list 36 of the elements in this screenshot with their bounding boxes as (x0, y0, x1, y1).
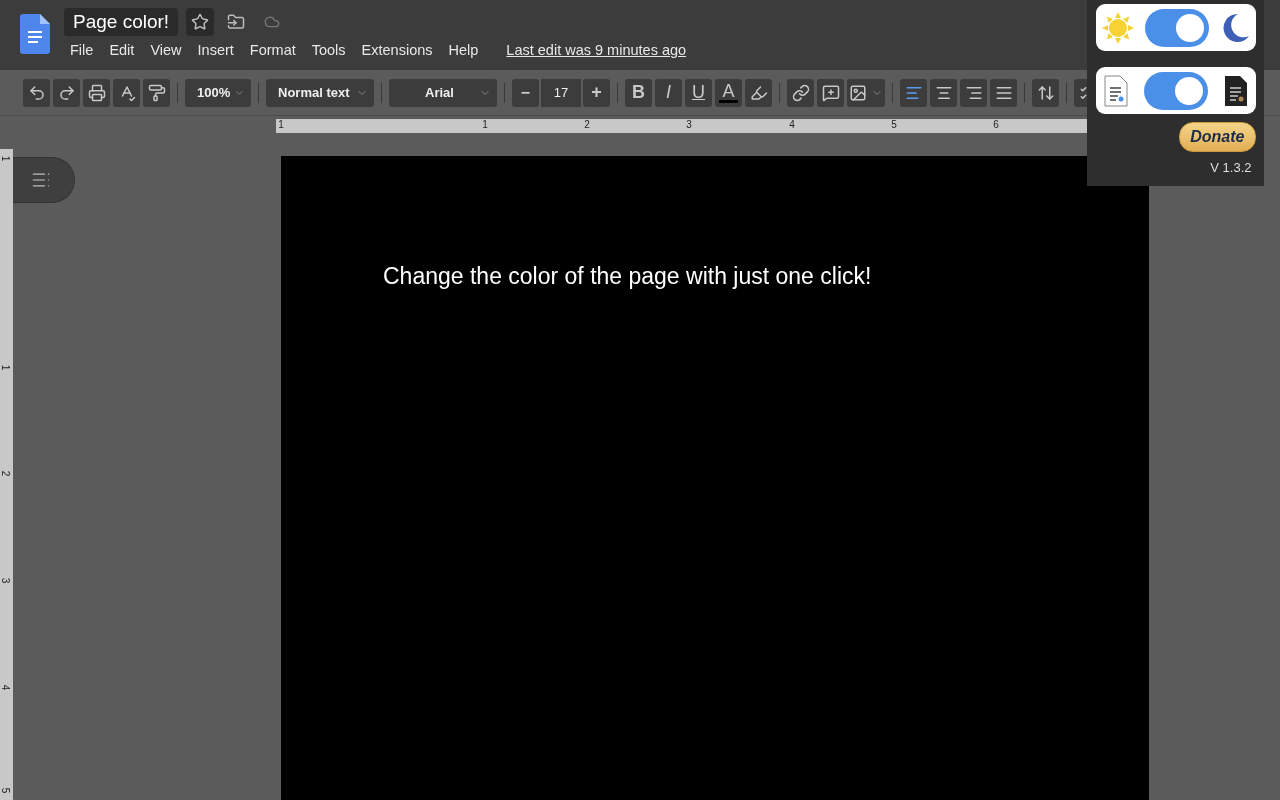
menu-item[interactable]: Insert (189, 42, 242, 58)
ruler-label: 1 (0, 364, 12, 371)
last-edit-link[interactable]: Last edit was 9 minutes ago (506, 42, 687, 58)
menu-item[interactable]: Format (241, 42, 304, 58)
menu-item[interactable]: Edit (101, 42, 143, 58)
menu-item[interactable]: Help (440, 42, 487, 58)
version-label: V 1.3.2 (1210, 160, 1252, 175)
menu-item[interactable]: View (142, 42, 190, 58)
menu-item[interactable]: Extensions (353, 42, 441, 58)
ruler-label: 1 (0, 155, 12, 162)
style-dropdown[interactable]: Normal text (266, 78, 374, 107)
ruler-label: 5 (0, 787, 12, 794)
zoom-dropdown[interactable]: 100% (185, 78, 251, 107)
ruler-label: 2 (584, 119, 590, 130)
font-dropdown[interactable]: Arial (389, 78, 497, 107)
ruler-label: 3 (686, 119, 692, 130)
ruler-label: 6 (993, 119, 999, 130)
ruler-label: 4 (0, 684, 12, 691)
decrease-size-button[interactable]: − (512, 78, 539, 107)
increase-size-button[interactable]: + (583, 78, 610, 107)
document-title[interactable]: Page color! (64, 8, 179, 36)
menu-item[interactable]: File (64, 42, 102, 58)
ruler-label: 3 (0, 577, 12, 584)
menu-item[interactable]: Tools (303, 42, 354, 58)
text-color-button[interactable]: A (715, 78, 742, 107)
ruler-label: 2 (0, 470, 12, 477)
ruler-label: 4 (789, 119, 795, 130)
bold-button[interactable]: B (625, 78, 652, 107)
page-text: Change the color of the page with just one click! (383, 263, 873, 290)
font-size-field[interactable]: 17 (541, 78, 581, 107)
donate-button[interactable]: Donate (1179, 122, 1256, 152)
ruler-label: 1 (482, 119, 488, 130)
italic-button[interactable]: I (655, 78, 682, 107)
ruler-label: 5 (891, 119, 897, 130)
underline-button[interactable]: U (685, 78, 712, 107)
ruler-label: 1 (278, 119, 284, 130)
